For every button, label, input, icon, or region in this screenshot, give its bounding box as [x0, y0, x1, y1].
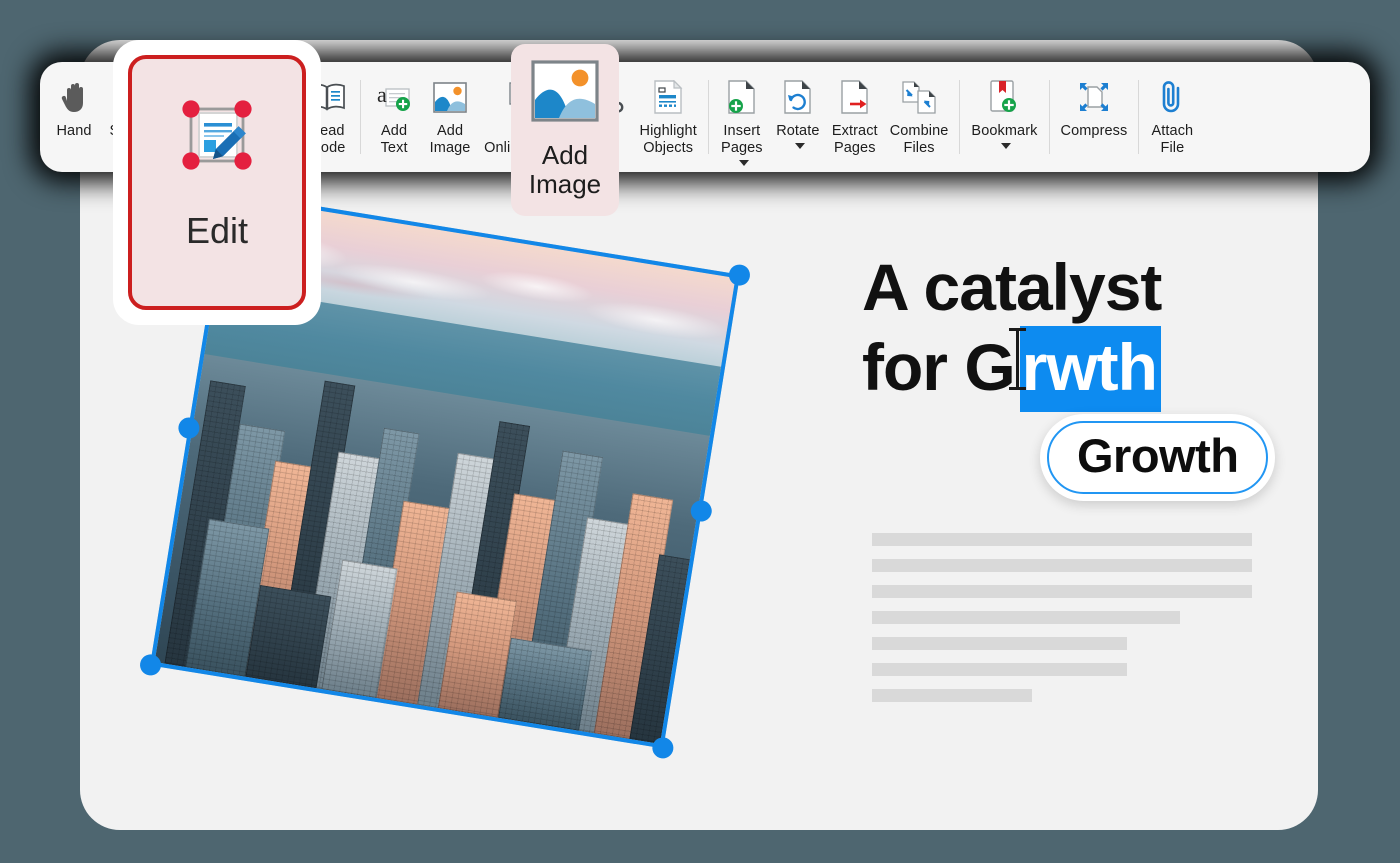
- paragraph-line: [872, 663, 1127, 676]
- paragraph-line: [872, 637, 1127, 650]
- add-image-icon: [531, 60, 599, 127]
- growth-suggestion-pill[interactable]: Growth: [1040, 414, 1276, 501]
- toolbar-button-combine-files[interactable]: Combine Files: [884, 62, 955, 172]
- compress-icon: [1077, 76, 1111, 118]
- combine-files-icon: [901, 76, 937, 118]
- headline-selected-text[interactable]: rwth: [1019, 325, 1161, 412]
- toolbar-button-insert-pages[interactable]: Insert Pages: [714, 62, 770, 172]
- toolbar-button-rotate[interactable]: Rotate: [770, 62, 826, 172]
- edit-tool-callout-highlight: Edit: [128, 55, 306, 310]
- toolbar-button-add-image[interactable]: Add Image: [422, 62, 478, 172]
- toolbar-button-label: Add Image: [429, 123, 471, 157]
- chevron-down-icon[interactable]: [791, 140, 805, 154]
- toolbar-separator: [707, 80, 709, 154]
- headline-line-2: for Grwth: [862, 325, 1302, 412]
- chevron-down-icon[interactable]: [997, 140, 1012, 154]
- toolbar-separator: [360, 80, 362, 154]
- growth-pill-border: Growth: [1047, 421, 1269, 494]
- toolbar-button-label: Bookmark: [971, 123, 1038, 139]
- chevron-down-icon[interactable]: [735, 157, 749, 171]
- insert-pages-icon: [727, 76, 757, 118]
- toolbar-button-attach-file[interactable]: Attach File: [1144, 62, 1200, 172]
- growth-pill-label: Growth: [1077, 429, 1239, 482]
- toolbar-button-add-text[interactable]: a Add Text: [366, 62, 422, 172]
- toolbar-button-label: Insert Pages: [721, 123, 763, 157]
- paragraph-line: [872, 611, 1180, 624]
- toolbar-button-label: Attach File: [1151, 123, 1194, 157]
- paragraph-line: [872, 689, 1032, 702]
- paragraph-line: [872, 559, 1252, 572]
- bookmark-icon: [989, 76, 1019, 118]
- paragraph-line: [872, 533, 1252, 546]
- toolbar-button-extract-pages[interactable]: Extract Pages: [826, 62, 884, 172]
- headline-prefix: for G: [862, 329, 1016, 404]
- toolbar-separator: [1138, 80, 1140, 154]
- toolbar-button-bookmark[interactable]: Bookmark: [965, 62, 1043, 172]
- toolbar-button-label: Add Text: [380, 123, 408, 157]
- toolbar-button-label: Rotate: [776, 123, 820, 139]
- toolbar-separator: [1048, 80, 1050, 154]
- add-image-tool-callout[interactable]: Add Image: [511, 44, 619, 216]
- edit-object-icon: [169, 87, 265, 188]
- toolbar-separator: [959, 80, 961, 154]
- edit-tool-callout[interactable]: Edit: [113, 40, 321, 325]
- paragraph-placeholder: [872, 533, 1252, 715]
- rotate-icon: [783, 76, 813, 118]
- add-text-icon: a: [376, 76, 412, 118]
- add-image-callout-label: Add Image: [528, 140, 602, 200]
- hand-icon: [59, 76, 89, 118]
- headline-text[interactable]: A catalyst for Grwth: [862, 250, 1302, 412]
- toolbar-button-label: Hand: [56, 123, 92, 139]
- toolbar-button-highlight-objects[interactable]: Highlight Objects: [634, 62, 703, 172]
- svg-text:a: a: [377, 82, 387, 107]
- toolbar-button-label: Highlight Objects: [639, 123, 697, 157]
- paragraph-line: [872, 585, 1252, 598]
- headline-line-1: A catalyst: [862, 250, 1162, 324]
- add-image-icon: [433, 76, 467, 118]
- toolbar-button-compress[interactable]: Compress: [1055, 62, 1134, 172]
- edit-callout-label: Edit: [185, 210, 249, 251]
- toolbar-button-label: Combine Files: [889, 123, 949, 157]
- toolbar-button-hand[interactable]: Hand: [46, 62, 102, 172]
- text-cursor-icon: [1008, 327, 1026, 390]
- highlight-objects-icon: [653, 76, 683, 118]
- toolbar-button-label: Extract Pages: [831, 123, 878, 157]
- extract-pages-icon: [840, 76, 870, 118]
- attach-file-icon: [1158, 76, 1186, 118]
- toolbar-button-label: Compress: [1060, 123, 1128, 139]
